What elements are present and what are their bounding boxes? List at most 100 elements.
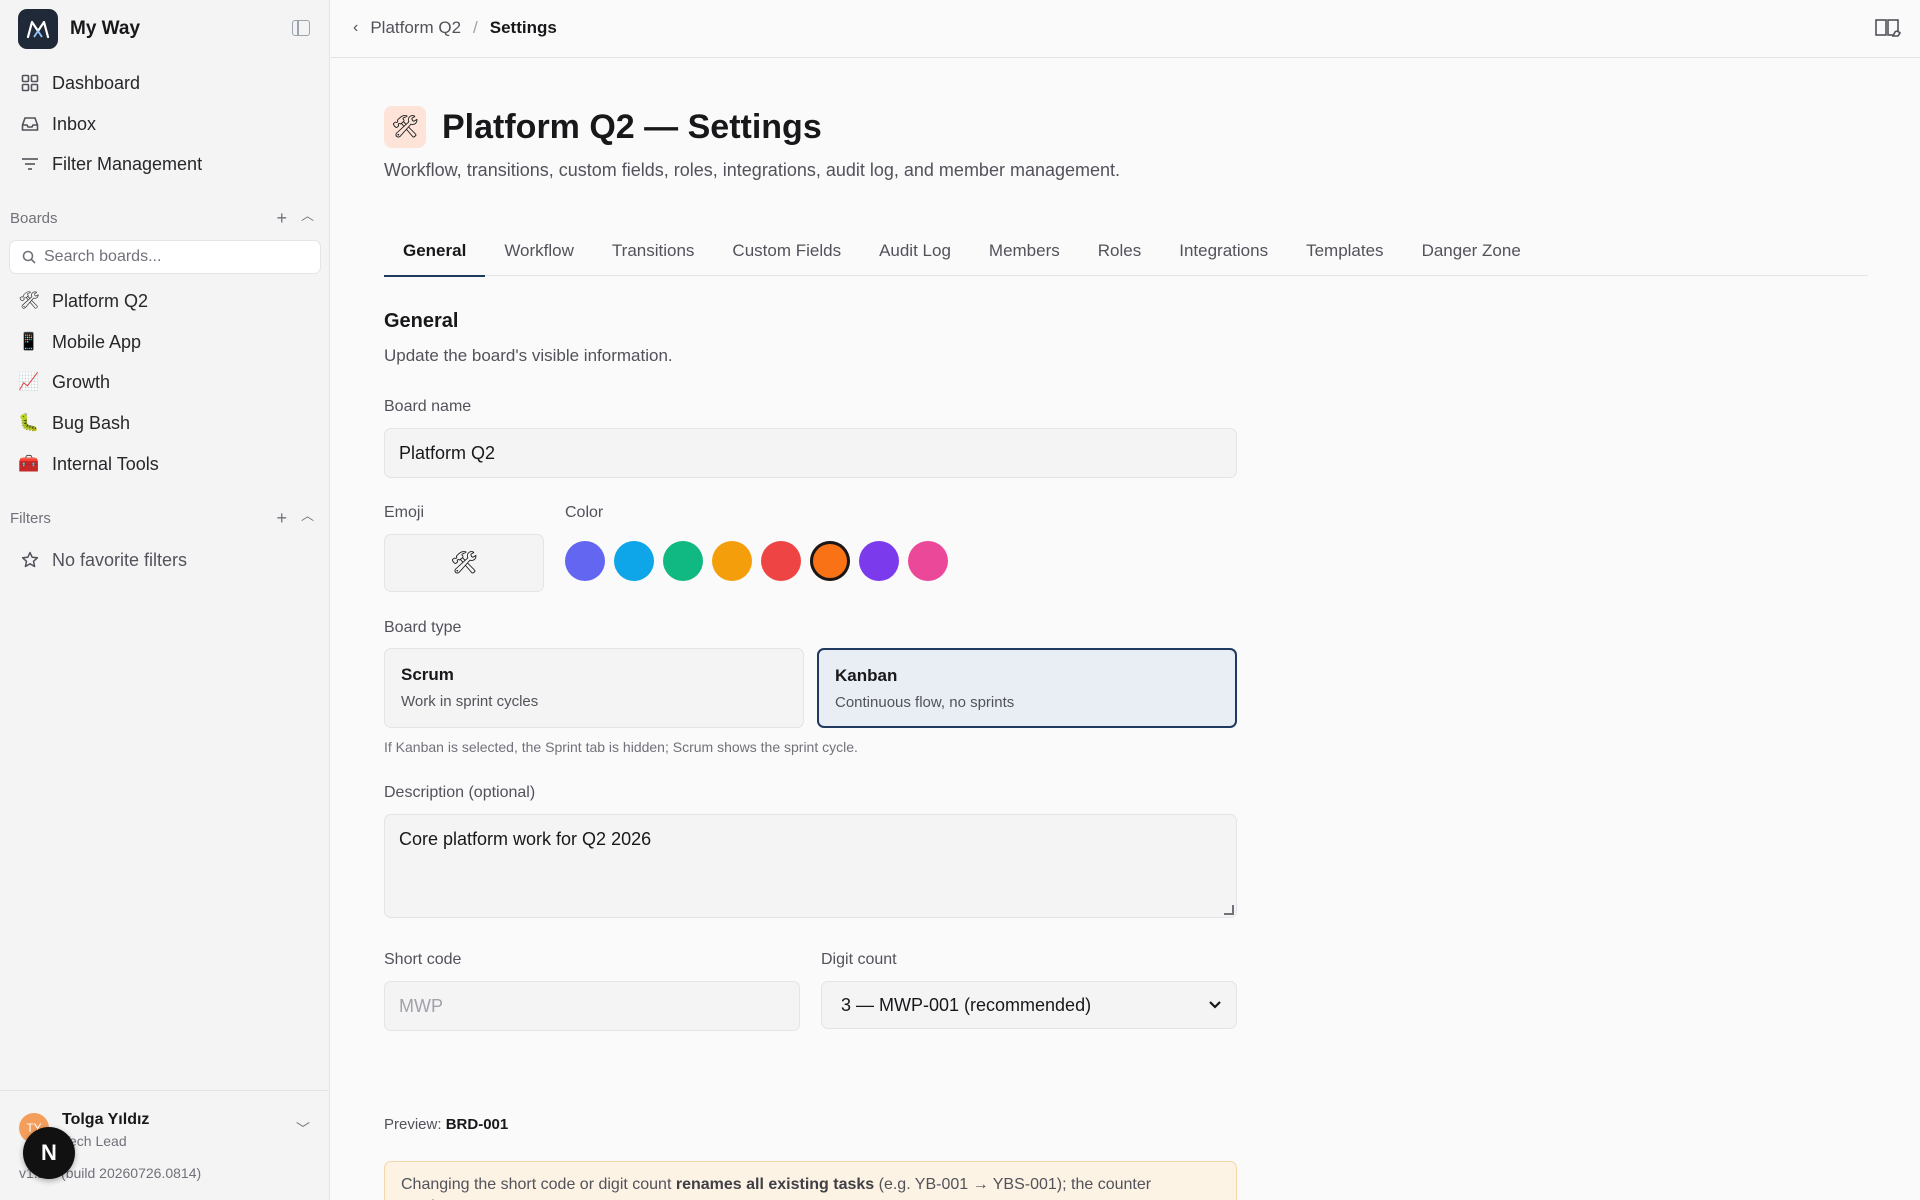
sidebar: My Way Dashboard Inbox Filter Management… [0,0,330,1200]
boards-section-header: Boards + ︿ [10,208,318,228]
app-name: My Way [70,18,141,39]
type-desc: Continuous flow, no sprints [835,694,1015,711]
color-swatch-5[interactable] [761,541,801,581]
board-label: Internal Tools [52,453,159,474]
preview-value: BRD-001 [445,1116,509,1133]
nav-label: Filter Management [52,153,203,174]
tab-general[interactable]: General [384,226,486,277]
description-textarea[interactable]: Core platform work for Q2 2026 [384,814,1237,918]
boards-section-title: Boards [10,209,58,227]
digit-count-select[interactable]: 3 — MWP-001 (recommended) [821,981,1237,1029]
color-swatch-7[interactable] [859,541,899,581]
board-item-mobile-app[interactable]: 📱 Mobile App [18,328,141,356]
inbox-icon [20,114,40,134]
book-icon[interactable] [1875,18,1901,38]
page-subtitle: Workflow, transitions, custom fields, ro… [384,160,1121,180]
dashboard-icon [20,73,40,93]
tab-members[interactable]: Members [970,226,1079,276]
tab-workflow[interactable]: Workflow [485,226,593,276]
warning-text-pre: Changing the short code or digit count [401,1176,676,1193]
board-item-internal-tools[interactable]: 🧰 Internal Tools [18,450,159,478]
emoji-label: Emoji [384,504,425,521]
app-logo-icon [18,9,58,49]
board-label: Platform Q2 [52,290,149,311]
settings-main: 🛠 Platform Q2 — Settings Workflow, trans… [331,58,1920,1200]
page-header: 🛠 Platform Q2 — Settings [384,106,822,148]
settings-tabs: General Workflow Transitions Custom Fiel… [384,226,1868,277]
chevron-up-icon[interactable]: ︿ [301,209,314,227]
board-name-label: Board name [384,398,472,415]
tab-custom-fields[interactable]: Custom Fields [713,226,860,276]
tools-icon: 🛠 [18,291,40,310]
sidebar-toggle-icon[interactable] [292,20,310,36]
topbar: ‹ Platform Q2 / Settings [331,0,1920,58]
section-title: General [384,310,459,332]
board-item-growth[interactable]: 📈 Growth [18,368,110,396]
color-swatch-6[interactable] [810,541,850,581]
board-type-scrum[interactable]: Scrum Work in sprint cycles [384,648,804,728]
color-swatch-4[interactable] [712,541,752,581]
board-type-kanban[interactable]: Kanban Continuous flow, no sprints [817,648,1237,728]
tab-integrations[interactable]: Integrations [1160,226,1287,276]
star-icon [20,550,40,570]
description-value: Core platform work for Q2 2026 [399,829,652,849]
phone-icon: 📱 [18,332,40,351]
digit-count-label: Digit count [821,951,897,968]
bug-icon: 🐛 [18,413,40,432]
short-code-label: Short code [384,951,462,968]
code-preview: Preview: BRD-001 [384,1116,508,1133]
board-type-label: Board type [384,619,462,636]
page-title: Platform Q2 — Settings [442,107,822,146]
preview-label: Preview: [384,1116,442,1133]
board-emoji-icon: 🛠 [384,106,426,148]
filter-icon [20,154,40,174]
nav-item-dashboard[interactable]: Dashboard [20,69,140,97]
digit-count-value: 3 — MWP-001 (recommended) [841,994,1092,1015]
type-name: Kanban [835,666,898,685]
resize-handle-icon[interactable] [1224,905,1234,915]
tab-danger-zone[interactable]: Danger Zone [1403,226,1540,276]
chevron-down-icon[interactable]: ﹀ [296,1119,310,1139]
board-name-input[interactable]: Platform Q2 [384,428,1237,478]
back-chevron-icon[interactable]: ‹ [353,19,358,37]
breadcrumb-current: Settings [489,18,557,37]
description-label: Description (optional) [384,784,536,801]
chart-icon: 📈 [18,372,40,391]
board-search-input[interactable]: Search boards... [9,240,321,274]
rename-warning: Changing the short code or digit count r… [384,1161,1237,1200]
nav-label: Inbox [52,113,97,134]
search-placeholder: Search boards... [44,248,162,265]
brand[interactable]: My Way [18,9,140,49]
warning-text-bold: renames all existing tasks [675,1176,875,1193]
nav-item-filter-management[interactable]: Filter Management [20,150,202,178]
nav-item-inbox[interactable]: Inbox [20,110,96,138]
add-filter-icon[interactable]: + [276,509,287,527]
tab-roles[interactable]: Roles [1079,226,1160,276]
chevron-up-icon[interactable]: ︿ [301,509,314,527]
dev-badge[interactable]: N [23,1127,75,1179]
breadcrumb-separator: / [473,18,478,37]
board-item-bug-bash[interactable]: 🐛 Bug Bash [18,409,130,437]
color-swatch-8[interactable] [908,541,948,581]
add-board-icon[interactable]: + [276,209,287,227]
search-icon [22,250,36,264]
breadcrumb-parent[interactable]: Platform Q2 [370,18,461,38]
color-swatch-1[interactable] [565,541,605,581]
color-swatches [565,541,948,581]
empty-filters-label: No favorite filters [52,549,188,570]
short-code-input[interactable]: MWP [384,981,800,1031]
tab-templates[interactable]: Templates [1287,226,1402,276]
section-subtitle: Update the board's visible information. [384,346,673,365]
filters-section-header: Filters + ︿ [10,508,318,528]
user-name: Tolga Yıldız [62,1111,150,1128]
tab-transitions[interactable]: Transitions [593,226,714,276]
board-item-platform-q2[interactable]: 🛠 Platform Q2 [18,287,148,315]
type-desc: Work in sprint cycles [401,693,539,710]
chevron-down-icon [1208,997,1222,1013]
emoji-picker-button[interactable]: 🛠 [384,534,544,592]
tab-audit-log[interactable]: Audit Log [860,226,970,276]
filters-section-title: Filters [10,509,51,527]
color-swatch-3[interactable] [663,541,703,581]
color-swatch-2[interactable] [614,541,654,581]
toolbox-icon: 🧰 [18,454,40,473]
